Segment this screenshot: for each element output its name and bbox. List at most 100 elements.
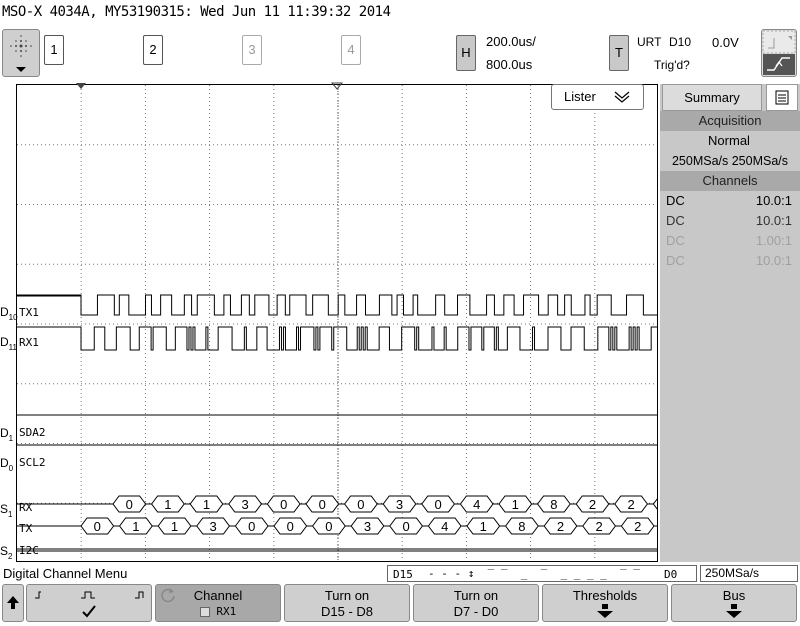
center-time-marker (330, 82, 344, 90)
channel-softkey[interactable]: Channel RX1 (155, 584, 281, 622)
rx-decode-value: 0 (280, 497, 287, 512)
trigger-slope-button[interactable] (761, 29, 797, 77)
summary-panel: Summary Acquisition Normal 250MSa/s 250M… (660, 84, 800, 562)
rx-decode-value: 3 (396, 497, 403, 512)
rx-decode-value: 8 (550, 497, 557, 512)
turn-on-range-1: D15 - D8 (320, 604, 374, 619)
rx-decode-value: 1 (203, 497, 210, 512)
trigger-mode: URT (637, 35, 662, 49)
rx-decode-packet (652, 498, 657, 510)
s1-channel-id: S1 (0, 502, 13, 520)
rx-decode-value: 0 (357, 497, 364, 512)
rx-decode-value: 1 (164, 497, 171, 512)
tx-decode-value: 1 (171, 519, 178, 534)
rx-decode-value: 2 (627, 497, 634, 512)
rotate-knob-icon (161, 588, 175, 603)
threshold-edge-softkey[interactable] (26, 584, 152, 622)
digital-activity-display: D15 - - - ↕ ‾ ‾ _ ‾ _ _ _ _ ‾ ‾ D0 (387, 565, 697, 582)
waveform-grid: 0113000304182220113000304182220 (17, 85, 657, 561)
tx-decode-value: 0 (402, 519, 409, 534)
status-sample-rate: 250MSa/s (700, 565, 798, 582)
channel-color-swatch (199, 607, 210, 617)
channel-row-4: DC 10.0:1 (666, 253, 792, 268)
bus-submenu-arrow-icon (731, 604, 737, 609)
submenu-arrow-icon (602, 604, 608, 609)
digital-range-left: D15 (393, 568, 413, 581)
channel-2-button[interactable]: 2 (143, 35, 163, 65)
d0-signal-name: SCL2 (19, 456, 46, 469)
waveform-display[interactable]: 0113000304182220113000304182220 (16, 84, 658, 562)
tx-decode-value: 2 (595, 519, 602, 534)
bus-softkey[interactable]: Bus (671, 584, 797, 622)
d0-channel-id: D0 (0, 456, 14, 474)
digital-range-right: D0 (664, 568, 678, 581)
tx-decode-value: 0 (94, 519, 101, 534)
signal-edge-icon (35, 591, 144, 618)
channels-header: Channels (660, 171, 800, 191)
tx-decode-value: 4 (441, 519, 448, 534)
s1-rx-label: RX (19, 501, 33, 514)
channel-row-3: DC 1.00:1 (666, 233, 792, 248)
channel-1-button[interactable]: 1 (44, 35, 64, 65)
channel-row-1: DC 10.0:1 (666, 193, 792, 208)
sample-rate: 250MSa/s 250MSa/s (671, 154, 789, 168)
s2-channel-id: S2 (0, 544, 13, 562)
up-arrow-icon (7, 596, 19, 609)
digital-activity-pattern: - - - ↕ ‾ ‾ _ ‾ _ _ _ _ ‾ ‾ (428, 567, 654, 580)
tx-decode-value: 8 (518, 519, 525, 534)
tx-decode-value: 1 (480, 519, 487, 534)
d10-channel-id: D10 (0, 305, 18, 323)
lister-dropdown[interactable]: Lister (551, 84, 644, 110)
panel-menu-button[interactable] (766, 84, 798, 111)
chevron-down-icon (614, 91, 630, 103)
channel-4-button[interactable]: 4 (341, 35, 361, 65)
rx-decode-value: 0 (434, 497, 441, 512)
rx-decode-value: 0 (319, 497, 326, 512)
lister-label: Lister (564, 89, 596, 104)
d1-signal-name: SDA2 (19, 426, 46, 439)
channel-3-button[interactable]: 3 (242, 35, 262, 65)
time-per-div: 200.0us/ (486, 34, 536, 49)
tool-menu-button[interactable] (2, 29, 40, 77)
trigger-status: Trig'd? (654, 58, 690, 72)
crosshair-icon (10, 35, 32, 72)
horizontal-button[interactable]: H (456, 35, 476, 71)
acquisition-mode: Normal (708, 133, 750, 148)
bus-submenu-arrowhead-icon (726, 611, 742, 618)
rx-decode-value: 2 (589, 497, 596, 512)
tx-decode-value: 3 (209, 519, 216, 534)
tx-decode-value: 3 (364, 519, 371, 534)
tx-decode-value: 0 (325, 519, 332, 534)
window-title: MSO-X 4034A, MY53190315: Wed Jun 11 11:3… (2, 4, 391, 20)
trigger-source: D10 (669, 35, 692, 49)
menu-title: Digital Channel Menu (3, 566, 128, 581)
trigger-button[interactable]: T (609, 35, 629, 71)
rx-decode-value: 3 (241, 497, 248, 512)
tx-decode-value: 1 (132, 519, 139, 534)
thresholds-softkey[interactable]: Thresholds (542, 584, 668, 622)
trigger-edge-icon (762, 30, 796, 75)
thresholds-label: Thresholds (572, 588, 638, 603)
turn-on-label-1: Turn on (324, 588, 370, 603)
d1-channel-id: D1 (0, 426, 14, 444)
channel-row-2: DC 10.0:1 (666, 213, 792, 228)
turn-on-label-2: Turn on (453, 588, 499, 603)
back-button[interactable] (2, 584, 24, 622)
s2-signal-name: I2C (19, 544, 39, 557)
summary-tab[interactable]: Summary (662, 84, 762, 111)
trigger-level: 0.0V (712, 35, 739, 50)
trigger-point-marker (76, 83, 86, 89)
d11-channel-id: D11 (0, 335, 17, 353)
list-icon (775, 90, 789, 105)
d11-signal-name: RX1 (19, 336, 39, 349)
rx-decode-value: 1 (512, 497, 519, 512)
tx-decode-value: 2 (557, 519, 564, 534)
turn-on-d7-d0-softkey[interactable]: Turn on D7 - D0 (413, 584, 539, 622)
channel-softkey-value: RX1 (216, 605, 237, 618)
rx-decode-value: 0 (126, 497, 133, 512)
acquisition-header: Acquisition (660, 111, 800, 131)
turn-on-d15-d8-softkey[interactable]: Turn on D15 - D8 (284, 584, 410, 622)
d10-signal-name: TX1 (19, 306, 39, 319)
tx-decode-value: 2 (634, 519, 641, 534)
tx-decode-value: 0 (248, 519, 255, 534)
